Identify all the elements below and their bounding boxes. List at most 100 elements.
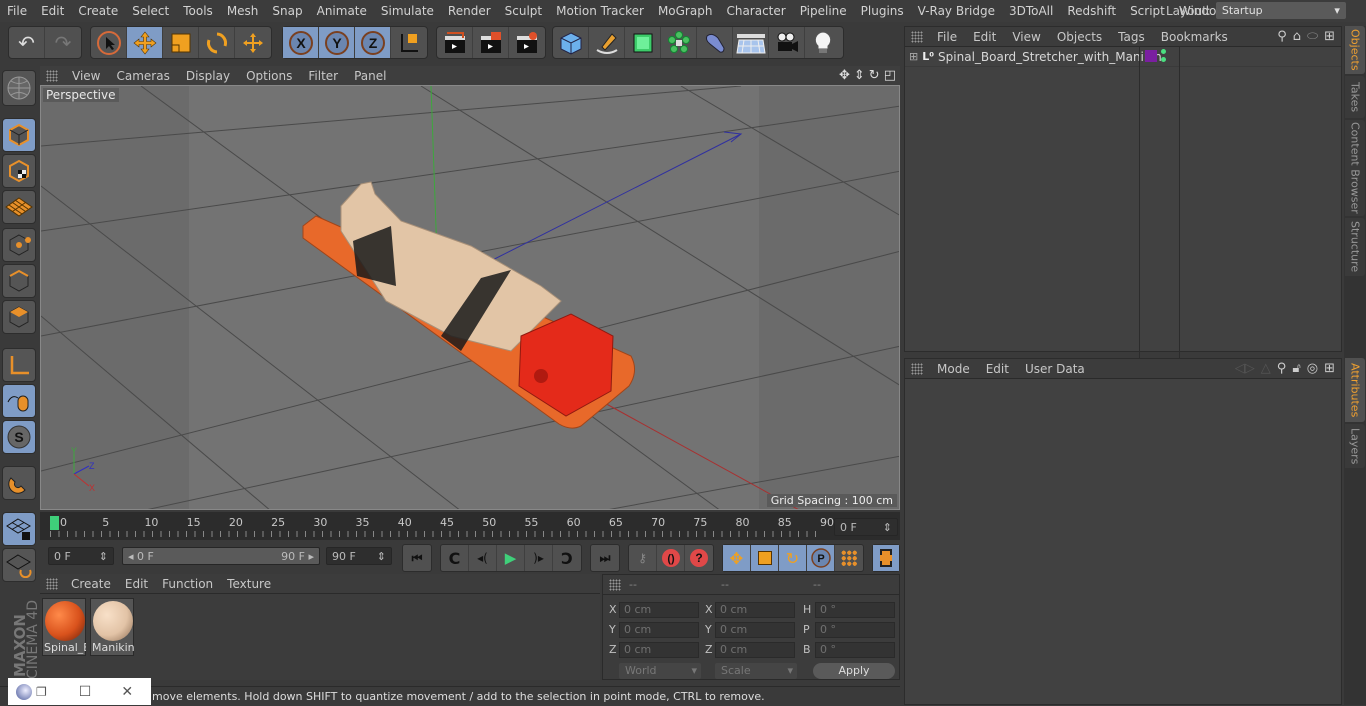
- apply-button[interactable]: Apply: [813, 663, 895, 679]
- attributes-menu-edit[interactable]: Edit: [978, 362, 1017, 376]
- tab-content-browser[interactable]: Content Browser: [1345, 120, 1365, 216]
- object-name[interactable]: Spinal_Board_Stretcher_with_Manikin: [938, 50, 1162, 64]
- material-menu-function[interactable]: Function: [155, 577, 220, 591]
- objects-menu-file[interactable]: File: [929, 30, 965, 44]
- redo-button[interactable]: ↷: [45, 27, 81, 58]
- tab-layers[interactable]: Layers: [1345, 424, 1365, 468]
- grip-icon[interactable]: [911, 362, 923, 375]
- back-arrow-icon[interactable]: ◁▷: [1235, 361, 1255, 376]
- tab-takes[interactable]: Takes: [1345, 76, 1365, 118]
- objects-menu-edit[interactable]: Edit: [965, 30, 1004, 44]
- rot-b-field[interactable]: 0 °: [815, 642, 895, 658]
- deformer-button[interactable]: [697, 27, 733, 58]
- tab-objects[interactable]: Objects: [1345, 26, 1365, 74]
- keyframe-selection-button[interactable]: ⚷: [629, 545, 657, 571]
- pos-x-field[interactable]: 0 cm: [619, 602, 699, 618]
- light-button[interactable]: [805, 27, 841, 58]
- next-key-button[interactable]: Ɔ: [553, 545, 581, 571]
- recent-tool-button[interactable]: [235, 27, 271, 58]
- objects-menu-bookmarks[interactable]: Bookmarks: [1153, 30, 1236, 44]
- menu-mograph[interactable]: MoGraph: [651, 0, 720, 22]
- key-rotation-button[interactable]: ↻: [779, 545, 807, 571]
- scale-y-field[interactable]: 0 cm: [715, 622, 795, 638]
- target-icon[interactable]: ◎: [1307, 361, 1318, 376]
- menu-redshift[interactable]: Redshift: [1060, 0, 1123, 22]
- new-panel-icon[interactable]: ⊞: [1324, 361, 1335, 376]
- x-axis-button[interactable]: X: [283, 27, 319, 58]
- menu-tools[interactable]: Tools: [176, 0, 220, 22]
- material-swatch[interactable]: Manikin: [90, 598, 134, 656]
- edges-mode-button[interactable]: [2, 264, 36, 298]
- zoom-view-icon[interactable]: ⇕: [854, 68, 865, 83]
- camera-button[interactable]: [769, 27, 805, 58]
- snap-button[interactable]: [2, 466, 36, 500]
- y-axis-button[interactable]: Y: [319, 27, 355, 58]
- axis-mode-button[interactable]: [2, 348, 36, 382]
- key-scale-button[interactable]: [751, 545, 779, 571]
- attributes-menu-user-data[interactable]: User Data: [1017, 362, 1093, 376]
- workplane-align-button[interactable]: [2, 548, 36, 582]
- render-visibility-dot[interactable]: [1161, 57, 1166, 62]
- rot-h-field[interactable]: 0 °: [815, 602, 895, 618]
- play-button[interactable]: ▶: [497, 545, 525, 571]
- move-tool-button[interactable]: [127, 27, 163, 58]
- points-mode-button[interactable]: [2, 228, 36, 262]
- z-axis-button[interactable]: Z: [355, 27, 391, 58]
- coordinate-mode-dropdown[interactable]: World ▾: [619, 663, 701, 679]
- render-picture-viewer-button[interactable]: [473, 27, 509, 58]
- menu-mesh[interactable]: Mesh: [220, 0, 266, 22]
- attributes-menu-mode[interactable]: Mode: [929, 362, 978, 376]
- layout-dropdown[interactable]: Startup ▾: [1215, 2, 1346, 19]
- help-button[interactable]: ?: [685, 545, 713, 571]
- scale-z-field[interactable]: 0 cm: [715, 642, 795, 658]
- menu-3dtoall[interactable]: 3DToAll: [1002, 0, 1060, 22]
- menu-edit[interactable]: Edit: [34, 0, 71, 22]
- scale-x-field[interactable]: 0 cm: [715, 602, 795, 618]
- viewport-menu-options[interactable]: Options: [238, 69, 300, 83]
- editor-visibility-dot[interactable]: [1161, 49, 1166, 54]
- menu-snap[interactable]: Snap: [265, 0, 309, 22]
- go-to-end-button[interactable]: ⏭: [591, 545, 619, 571]
- material-menu-edit[interactable]: Edit: [118, 577, 155, 591]
- grip-icon[interactable]: [609, 578, 621, 591]
- rot-p-field[interactable]: 0 °: [815, 622, 895, 638]
- layer-color-tag[interactable]: [1145, 50, 1157, 62]
- grip-icon[interactable]: [911, 30, 923, 43]
- material-menu-texture[interactable]: Texture: [220, 577, 278, 591]
- menu-pipeline[interactable]: Pipeline: [793, 0, 854, 22]
- cloner-button[interactable]: [661, 27, 697, 58]
- tab-attributes[interactable]: Attributes: [1345, 358, 1365, 422]
- objects-menu-objects[interactable]: Objects: [1049, 30, 1110, 44]
- menu-sculpt[interactable]: Sculpt: [498, 0, 549, 22]
- toggle-view-icon[interactable]: ◰: [884, 68, 896, 83]
- coordinate-system-button[interactable]: [391, 27, 427, 58]
- home-icon[interactable]: ⌂: [1293, 29, 1301, 44]
- timeline-button[interactable]: [873, 545, 899, 571]
- minimized-window[interactable]: ❐ ☐ ✕: [8, 678, 151, 705]
- menu-select[interactable]: Select: [125, 0, 176, 22]
- start-frame-field[interactable]: 0 F ⇕: [48, 547, 114, 565]
- cube-button[interactable]: [553, 27, 589, 58]
- viewport-menu-display[interactable]: Display: [178, 69, 238, 83]
- maximize-icon[interactable]: ☐: [79, 684, 92, 700]
- current-frame-field[interactable]: 0 F ⇕: [834, 518, 898, 536]
- pan-view-icon[interactable]: ✥: [839, 68, 850, 83]
- material-menu-create[interactable]: Create: [64, 577, 118, 591]
- objects-menu-view[interactable]: View: [1004, 30, 1048, 44]
- live-selection-button[interactable]: [91, 27, 127, 58]
- menu-render[interactable]: Render: [441, 0, 498, 22]
- up-arrow-icon[interactable]: △: [1261, 361, 1271, 376]
- workplane-mode-button[interactable]: [2, 190, 36, 224]
- tab-structure[interactable]: Structure: [1345, 218, 1365, 276]
- viewport-menu-view[interactable]: View: [64, 69, 108, 83]
- key-parameter-button[interactable]: P: [807, 545, 835, 571]
- frame-range-slider[interactable]: ◂ 0 F 90 F ▸: [122, 547, 320, 565]
- previous-frame-button[interactable]: ◂(: [469, 545, 497, 571]
- tweak-mode-button[interactable]: [2, 384, 36, 418]
- texture-mode-button[interactable]: [2, 154, 36, 188]
- menu-character[interactable]: Character: [719, 0, 792, 22]
- render-settings-button[interactable]: [509, 27, 545, 58]
- object-row[interactable]: ⊞ L⁰ Spinal_Board_Stretcher_with_Manikin: [905, 47, 1341, 373]
- previous-key-button[interactable]: C: [441, 545, 469, 571]
- restore-icon[interactable]: ❐: [36, 685, 47, 699]
